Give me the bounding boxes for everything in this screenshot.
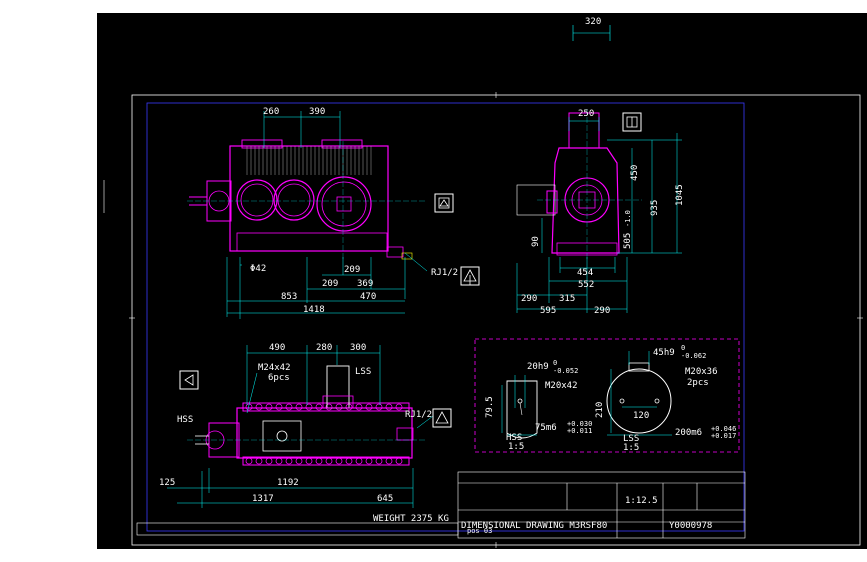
dim-front-1418: 1418 [303, 305, 325, 315]
dim-plan-300: 300 [350, 343, 366, 353]
dim-plan-1317: 1317 [252, 494, 274, 504]
dim-side-290b: 290 [594, 306, 610, 316]
dim-side-1045: 1045 [675, 184, 685, 206]
hss-key-tol-up: 0 [553, 359, 557, 367]
symbol-box-rj-plan [432, 408, 452, 428]
hss-label-plan: HSS [177, 415, 193, 425]
symbol-box-rj-front [460, 266, 480, 286]
dim-side-250: 250 [578, 109, 594, 119]
dim-side-935: 935 [650, 200, 660, 216]
dim-front-260: 260 [263, 107, 279, 117]
hss-key: 20h9 [527, 362, 549, 372]
dim-side-90: 90 [531, 236, 541, 247]
dim-front-470: 470 [360, 292, 376, 302]
dim-plan-125: 125 [159, 478, 175, 488]
cad-drawing: 320 260 390 Φ42 209 209 369 853 470 1418… [103, 17, 863, 548]
drawing-number: Y0000978 [669, 521, 712, 531]
lss-thread: M20x36 [685, 367, 718, 377]
plan-dimensions [167, 345, 434, 508]
lss-height: 210 [595, 402, 605, 418]
dim-side-315: 315 [559, 294, 575, 304]
drawing-scale: 1:12.5 [625, 496, 658, 506]
sheet-border [131, 94, 861, 546]
dim-side-552: 552 [578, 280, 594, 290]
rj-label-front: RJ1/2 [431, 268, 458, 278]
lss-qty: 2pcs [687, 378, 709, 388]
dim-front-phi42: Φ42 [250, 264, 266, 274]
dim-side-290a: 290 [521, 294, 537, 304]
lss-key-tol-up: 0 [681, 344, 685, 352]
hss-key-tol-low: -0.052 [553, 367, 578, 375]
dim-front-369: 369 [357, 279, 373, 289]
lss-key-tol-low: -0.062 [681, 352, 706, 360]
dim-front-209a: 209 [344, 265, 360, 275]
dim-plan-490: 490 [269, 343, 285, 353]
lss-inner: 120 [633, 411, 649, 421]
dim-plan-280: 280 [316, 343, 332, 353]
lss-shaft: 200m6 [675, 428, 702, 438]
dim-plan-645: 645 [377, 494, 393, 504]
dim-side-454: 454 [577, 268, 593, 278]
symbol-box-plan-left [179, 370, 199, 390]
hss-scale: 1:5 [508, 442, 524, 452]
dim-side-450: 450 [630, 165, 640, 181]
drawing-pos: pos 03 [467, 527, 492, 535]
top-dimension: 320 [572, 17, 611, 41]
hss-shaft-tol-low: +0.011 [567, 427, 592, 435]
dim-front-853: 853 [281, 292, 297, 302]
hss-thread: M20x42 [545, 381, 578, 391]
front-view [187, 139, 427, 261]
hss-shaft: 75m6 [535, 423, 557, 433]
rj-label-plan: RJ1/2 [405, 410, 432, 420]
lss-label-plan: LSS [355, 367, 371, 377]
lss-shaft-tol-low: +0.017 [711, 432, 736, 440]
bolt-qty: 6pcs [268, 373, 290, 383]
bolt-label: M24x42 [258, 363, 291, 373]
weight-label: WEIGHT 2375 KG [373, 514, 449, 524]
hss-height: 79.5 [485, 396, 495, 418]
lss-detail [606, 351, 672, 436]
dim-320: 320 [585, 17, 601, 27]
lss-scale: 1:5 [623, 443, 639, 453]
front-housing [229, 145, 389, 252]
symbol-box-side [622, 112, 642, 132]
symbol-box-front [434, 193, 454, 213]
tol-side-505: -1.0 [624, 210, 632, 227]
hss-detail [501, 375, 538, 439]
inner-frame [146, 102, 745, 532]
dim-plan-1192: 1192 [277, 478, 299, 488]
dim-front-209b: 209 [322, 279, 338, 289]
drawing-canvas: 320 260 390 Φ42 209 209 369 853 470 1418… [97, 13, 867, 549]
dim-side-505: 505 [623, 233, 633, 249]
lss-key: 45h9 [653, 348, 675, 358]
dim-front-390: 390 [309, 107, 325, 117]
dim-side-595: 595 [540, 306, 556, 316]
